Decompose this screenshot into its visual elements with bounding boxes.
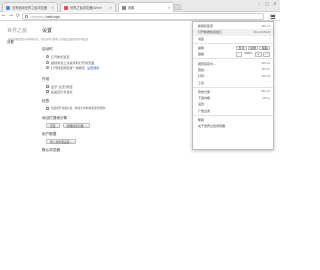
url-scheme: chrome:// bbox=[30, 14, 47, 19]
settings-main: 设置 当前页面设置仅对本地有效，可在其他计算机上修改此设置后同步到此处 启动时 … bbox=[8, 21, 192, 270]
sidebar-brand: 世界之窗 bbox=[7, 28, 28, 34]
back-button[interactable]: ← bbox=[1, 13, 7, 19]
settings-sidebar: 世界之窗 设置 历史 bbox=[0, 21, 38, 270]
menu-separator bbox=[193, 114, 273, 116]
tab-favicon-icon bbox=[64, 5, 68, 10]
fullscreen-icon[interactable]: ⛶ bbox=[263, 52, 270, 57]
menu-separator bbox=[193, 42, 273, 44]
menu-item-bookmarks[interactable]: 书签 › bbox=[193, 36, 273, 42]
radio-icon[interactable] bbox=[46, 66, 49, 70]
paste-button[interactable]: 粘贴 bbox=[259, 45, 270, 51]
cut-button[interactable]: 剪切 bbox=[236, 45, 247, 51]
window-controls: – □ ✕ bbox=[256, 1, 278, 6]
browser-menu: 新建标签页 Ctrl+T 打开新的隐身窗口 Ctrl+Shift+N 书签 › 编辑 … bbox=[192, 21, 274, 150]
new-tab-button[interactable] bbox=[172, 4, 183, 10]
tab-strip: 没有使用世界之窗浏览器 ✕ 世界之窗浏览器(Wind ✕ 设置 ✕ – □ ✕ bbox=[0, 0, 280, 12]
tab-0[interactable]: 没有使用世界之窗浏览器 ✕ bbox=[2, 2, 58, 12]
address-bar[interactable]: chrome:// settings bbox=[22, 13, 264, 20]
appearance-heading: 外观 bbox=[42, 76, 50, 81]
show-bookmarks-option[interactable]: 总是显示书签栏 bbox=[42, 89, 192, 95]
forward-button[interactable]: → bbox=[8, 13, 14, 19]
copy-button[interactable]: 复制 bbox=[247, 45, 259, 51]
set-pages-link[interactable]: 设置网页 bbox=[87, 65, 99, 70]
tab-label: 没有使用世界之窗浏览器 bbox=[12, 6, 48, 10]
import-bookmarks-button[interactable]: 导入书签和设置... bbox=[46, 139, 77, 144]
checkbox[interactable] bbox=[46, 84, 49, 88]
tab-label: 设置 bbox=[128, 6, 135, 10]
radio-icon[interactable] bbox=[46, 60, 49, 64]
search-engine-controls: 百度 管理搜索引擎... bbox=[42, 123, 192, 128]
startup-heading: 启动时 bbox=[42, 47, 53, 51]
page-icon bbox=[25, 15, 28, 18]
users-heading: 用户数据 bbox=[42, 132, 57, 136]
settings-favicon-icon bbox=[122, 5, 126, 10]
tab-label: 世界之窗浏览器(Wind bbox=[70, 6, 102, 10]
menu-separator bbox=[193, 86, 273, 88]
zoom-level: 100% bbox=[244, 51, 253, 56]
tab-favicon-icon bbox=[6, 5, 10, 10]
tab-option[interactable]: 当使用开启新标签（地址栏中的搜索建议预测） bbox=[42, 106, 192, 112]
startup-option-pages[interactable]: 打开特定网页或一组网页 设置网页 bbox=[42, 65, 192, 71]
tab-close-icon[interactable]: ✕ bbox=[107, 6, 112, 10]
search-engine-select[interactable]: 百度 bbox=[46, 123, 60, 128]
radio-icon[interactable] bbox=[46, 55, 49, 59]
reload-button[interactable]: ⟳ bbox=[15, 13, 21, 19]
search-engine-heading: 地址栏搜索引擎 bbox=[42, 116, 68, 120]
url-host: settings bbox=[46, 14, 60, 19]
tab-close-icon[interactable]: ✕ bbox=[165, 6, 170, 10]
default-browser-heading: 默认浏览器 bbox=[42, 148, 60, 152]
manage-search-engines-button[interactable]: 管理搜索引擎... bbox=[62, 123, 91, 128]
tab-settings[interactable]: 设置 ✕ bbox=[118, 2, 174, 12]
checkbox[interactable] bbox=[46, 90, 49, 94]
close-button[interactable]: ✕ bbox=[272, 1, 278, 6]
menu-separator bbox=[193, 58, 273, 60]
tab-1[interactable]: 世界之窗浏览器(Wind ✕ bbox=[60, 2, 116, 12]
page-title: 设置 bbox=[42, 28, 53, 34]
toolbar: ← → ⟳ chrome:// settings bbox=[0, 12, 280, 21]
menu-item-zoom: 缩放 - 100% + ⛶ bbox=[193, 51, 273, 57]
maximize-button[interactable]: □ bbox=[264, 1, 270, 6]
menu-item-about[interactable]: 关于世界之窗浏览器 bbox=[193, 123, 273, 129]
tabs-heading: 标签 bbox=[42, 98, 50, 103]
users-controls: 导入书签和设置... bbox=[42, 139, 192, 144]
zoom-in-button[interactable]: + bbox=[254, 52, 263, 57]
menu-item-tools[interactable]: 工具 › bbox=[193, 79, 273, 85]
menu-item-adblock[interactable]: 广告过滤 bbox=[193, 108, 273, 114]
sync-banner: 当前页面设置仅对本地有效，可在其他计算机上修改此设置后同步到此处 bbox=[8, 38, 89, 41]
menu-button[interactable] bbox=[269, 13, 276, 20]
tab-close-icon[interactable]: ✕ bbox=[49, 6, 54, 10]
zoom-out-button[interactable]: - bbox=[235, 52, 242, 57]
checkbox[interactable] bbox=[46, 106, 49, 110]
minimize-button[interactable]: – bbox=[256, 1, 262, 6]
